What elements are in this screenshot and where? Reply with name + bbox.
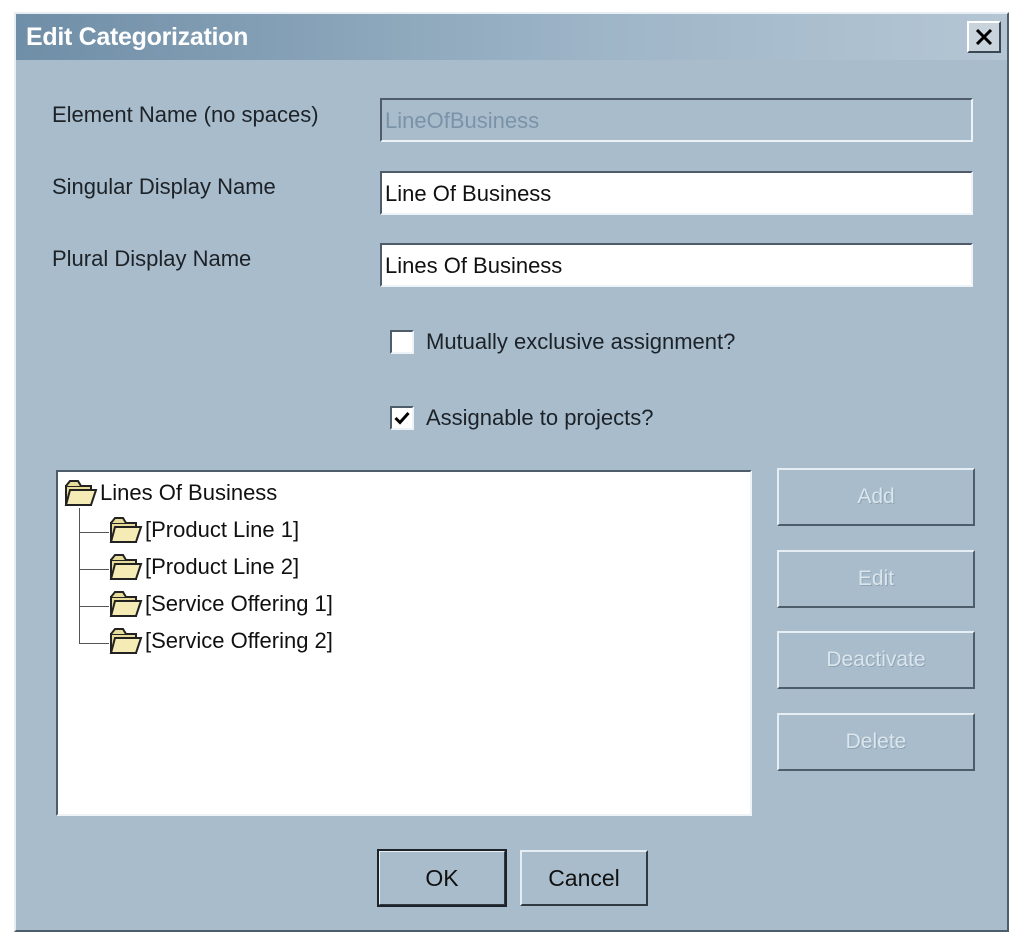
- element-name-field: LineOfBusiness: [380, 98, 973, 142]
- mutually-exclusive-option[interactable]: Mutually exclusive assignment?: [390, 329, 735, 355]
- folder-icon: [109, 591, 143, 617]
- ok-button[interactable]: OK: [377, 849, 507, 907]
- tree-item-label: [Product Line 1]: [145, 517, 300, 542]
- mutually-exclusive-label: Mutually exclusive assignment?: [426, 329, 736, 354]
- tree-root-label: Lines Of Business: [100, 480, 278, 505]
- delete-button[interactable]: Delete: [777, 713, 975, 771]
- folder-icon: [109, 628, 143, 654]
- plural-display-name-label: Plural Display Name: [52, 246, 252, 271]
- checkmark-icon: [394, 411, 410, 425]
- assignable-checkbox[interactable]: [390, 406, 414, 430]
- mutually-exclusive-checkbox[interactable]: [390, 330, 414, 354]
- tree-item-label: [Service Offering 2]: [145, 628, 333, 653]
- plural-display-name-field[interactable]: Lines Of Business: [380, 243, 973, 287]
- tree-item[interactable]: [Product Line 1]: [109, 515, 299, 545]
- title-bar[interactable]: Edit Categorization: [16, 14, 1007, 60]
- assignable-option[interactable]: Assignable to projects?: [390, 405, 653, 431]
- cancel-button[interactable]: Cancel: [520, 850, 648, 906]
- edit-categorization-dialog: Edit Categorization Element Name (no spa…: [14, 12, 1009, 932]
- close-button[interactable]: [967, 21, 1001, 53]
- element-name-label: Element Name (no spaces): [52, 102, 319, 127]
- add-button[interactable]: Add: [777, 468, 975, 526]
- folder-icon: [109, 554, 143, 580]
- tree-item[interactable]: [Service Offering 1]: [109, 589, 333, 619]
- tree-item-label: [Service Offering 1]: [145, 591, 333, 616]
- category-tree[interactable]: Lines Of Business [Product Line 1] [Prod…: [56, 470, 752, 816]
- tree-item-label: [Product Line 2]: [145, 554, 300, 579]
- folder-icon: [109, 517, 143, 543]
- tree-item[interactable]: [Product Line 2]: [109, 552, 299, 582]
- tree-item[interactable]: [Service Offering 2]: [109, 626, 333, 656]
- tree-root-item[interactable]: Lines Of Business: [64, 478, 277, 508]
- close-icon: [975, 29, 993, 45]
- deactivate-button[interactable]: Deactivate: [777, 631, 975, 689]
- assignable-label: Assignable to projects?: [426, 405, 654, 430]
- window-title: Edit Categorization: [26, 23, 249, 51]
- edit-button[interactable]: Edit: [777, 550, 975, 608]
- folder-icon: [64, 480, 98, 506]
- singular-display-name-field[interactable]: Line Of Business: [380, 171, 973, 215]
- singular-display-name-label: Singular Display Name: [52, 174, 276, 199]
